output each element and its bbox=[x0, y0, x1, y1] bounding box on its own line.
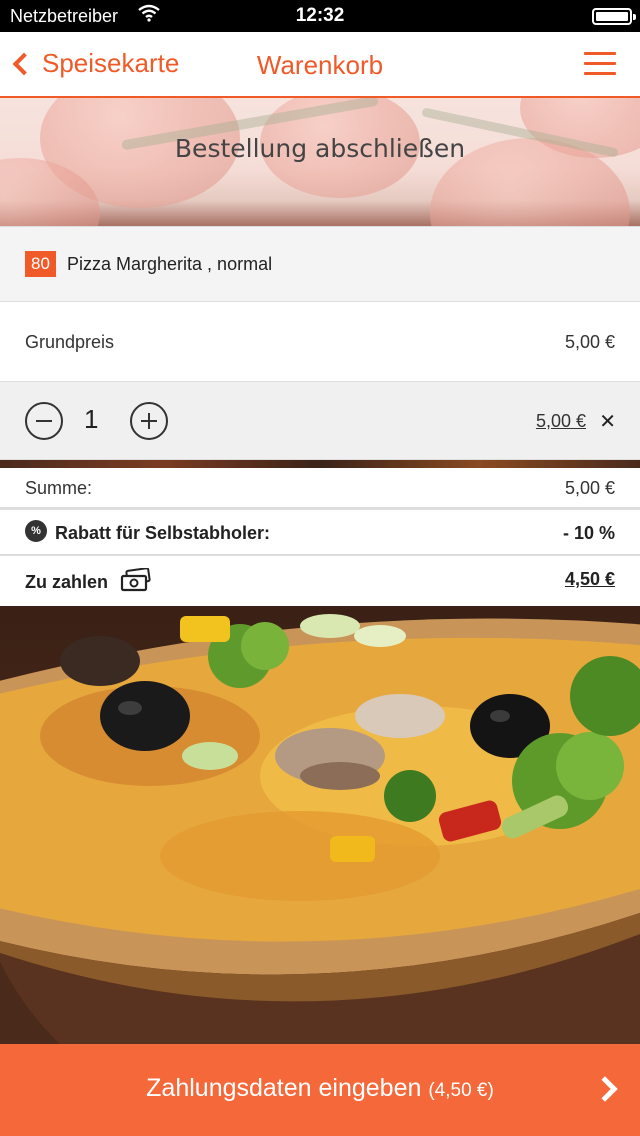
subtotal-value: 5,00 € bbox=[564, 478, 615, 498]
item-number-badge: 80 bbox=[25, 251, 56, 277]
cart-item-row: 80 Pizza Margherita , normal bbox=[0, 226, 640, 302]
quantity-row: 1 5,00 € ✕ bbox=[0, 382, 640, 460]
decrease-quantity-button[interactable] bbox=[25, 402, 63, 440]
total-value: 4,50 € bbox=[564, 569, 615, 589]
cta-text: Zahlungsdaten eingeben (4,50 €) bbox=[0, 1074, 640, 1103]
base-price-label: Grundpreis bbox=[25, 332, 115, 352]
discount-label: Rabatt für Selbstabholer: bbox=[55, 523, 271, 543]
total-row: Zu zahlen 4,50 € bbox=[0, 556, 640, 606]
increase-quantity-button[interactable] bbox=[130, 402, 168, 440]
subtotal-row: Summe: 5,00 € bbox=[0, 468, 640, 510]
total-label: Zu zahlen bbox=[25, 572, 109, 592]
remove-item-button[interactable]: ✕ bbox=[599, 409, 616, 434]
percent-badge-icon: % bbox=[25, 520, 47, 542]
navigation-bar: Speisekarte Warenkorb bbox=[0, 32, 640, 98]
menu-line-icon bbox=[584, 62, 616, 65]
cta-amount: (4,50 €) bbox=[428, 1080, 494, 1101]
status-bar: Netzbetreiber 12:32 bbox=[0, 0, 640, 32]
cash-icon bbox=[120, 567, 152, 597]
menu-line-icon bbox=[584, 52, 616, 55]
subtotal-label: Summe: bbox=[25, 478, 93, 498]
battery-icon bbox=[592, 8, 636, 25]
enter-payment-details-button[interactable]: Zahlungsdaten eingeben (4,50 €) bbox=[0, 1044, 640, 1136]
base-price-value: 5,00 € bbox=[564, 332, 615, 352]
pizza-background-image bbox=[0, 606, 640, 1044]
quantity-value: 1 bbox=[84, 404, 99, 434]
cta-label: Zahlungsdaten eingeben bbox=[146, 1074, 422, 1102]
background-strip bbox=[0, 460, 640, 468]
hero-banner: Bestellung abschließen bbox=[0, 98, 640, 226]
page-title: Warenkorb bbox=[256, 50, 384, 80]
menu-line-icon bbox=[584, 72, 616, 75]
line-total: 5,00 € bbox=[535, 411, 586, 431]
base-price-row: Grundpreis 5,00 € bbox=[0, 302, 640, 382]
discount-row: % Rabatt für Selbstabholer: - 10 % bbox=[0, 510, 640, 556]
item-name: Pizza Margherita , normal bbox=[67, 254, 273, 274]
discount-value: - 10 % bbox=[562, 523, 615, 543]
hero-heading: Bestellung abschließen bbox=[174, 134, 466, 163]
hamburger-menu-button[interactable] bbox=[584, 52, 616, 76]
clock: 12:32 bbox=[295, 5, 345, 26]
